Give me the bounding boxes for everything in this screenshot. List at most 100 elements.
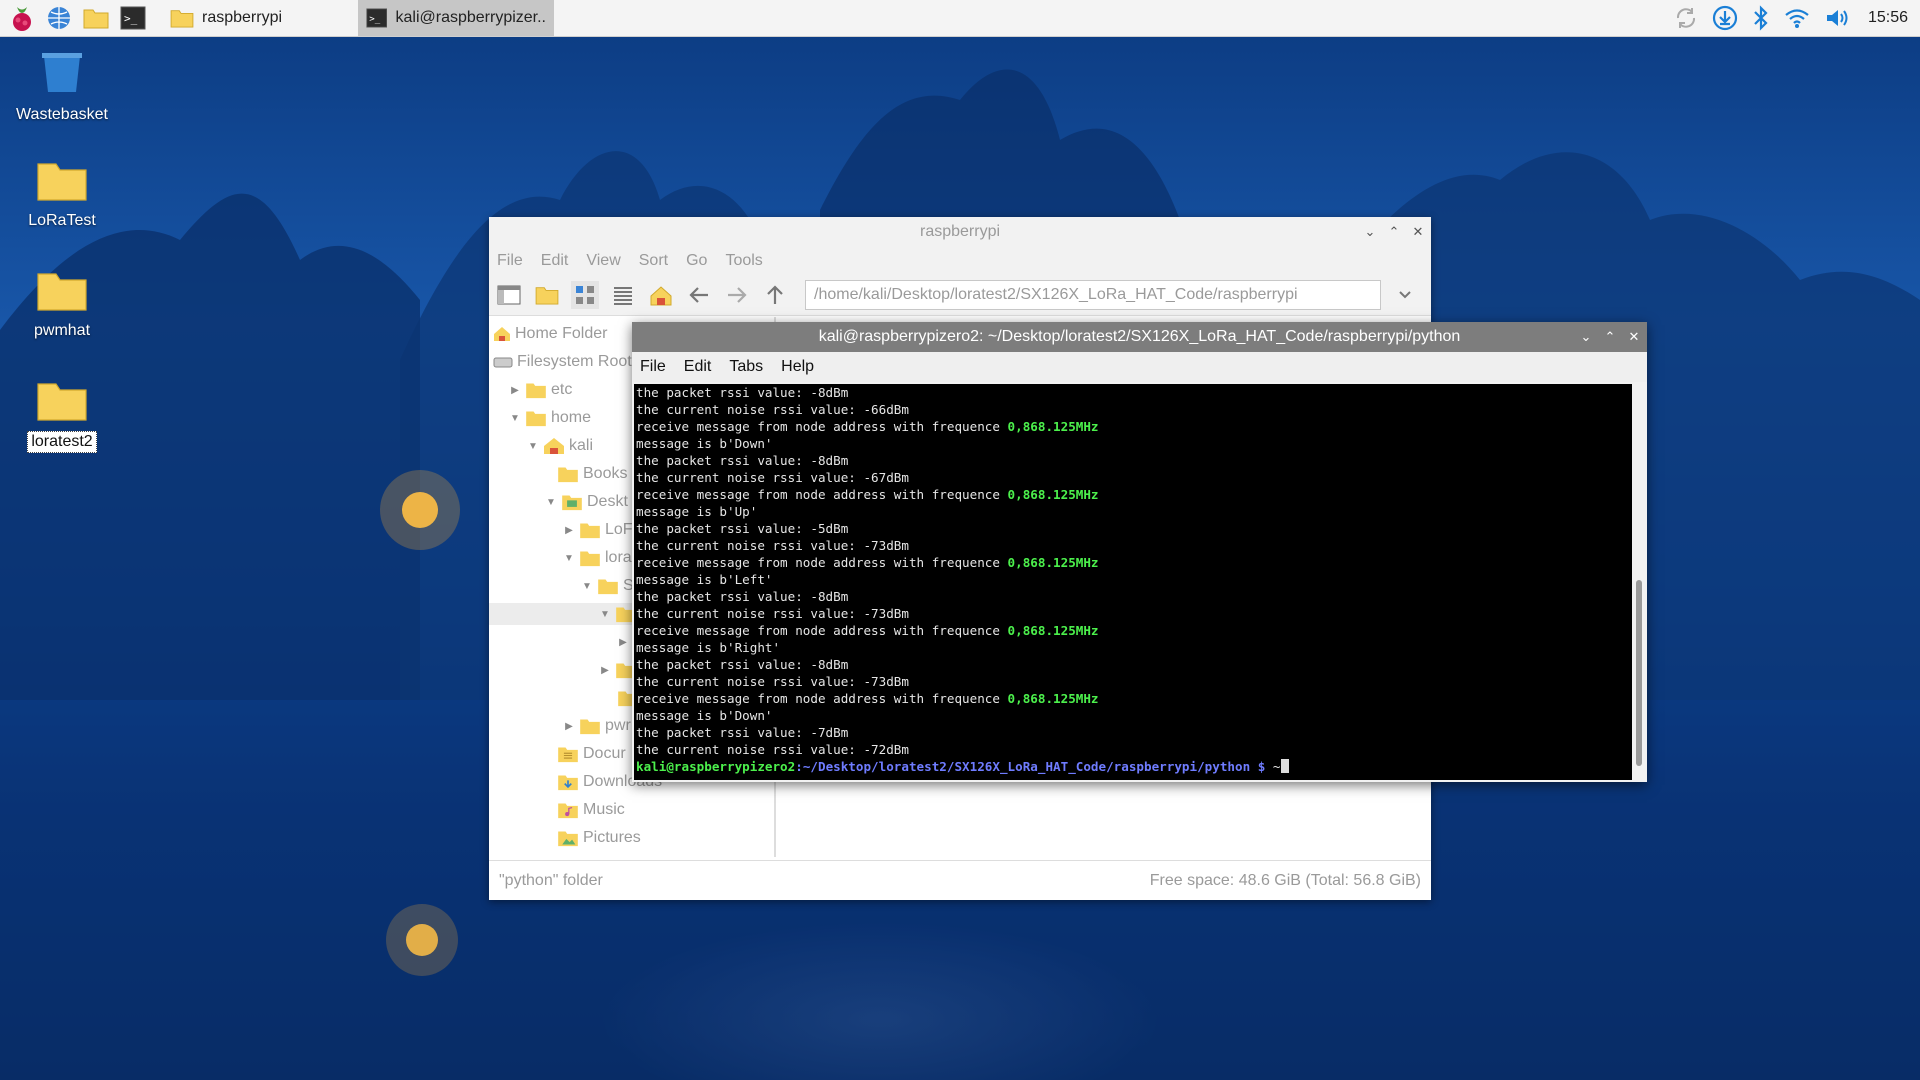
terminal-line: message is b'Down' — [636, 436, 773, 451]
window-title: raspberrypi — [919, 223, 1001, 240]
file-manager-icon[interactable] — [81, 3, 111, 33]
place-label: Home Folder — [515, 325, 608, 342]
close-icon[interactable]: ✕ — [1411, 217, 1425, 247]
folder-icon — [580, 551, 600, 567]
home-icon[interactable] — [647, 281, 675, 309]
wifi-icon[interactable] — [1784, 7, 1810, 29]
desktop-icon-wastebasket[interactable]: Wastebasket — [7, 48, 117, 125]
scrollbar-thumb[interactable] — [1636, 580, 1642, 766]
svg-text:>_: >_ — [369, 14, 380, 24]
list-view-icon[interactable] — [609, 281, 637, 309]
prompt-tail: ~ — [1272, 759, 1281, 774]
menu-file[interactable]: File — [497, 252, 523, 270]
collapse-icon[interactable]: ▼ — [527, 441, 539, 452]
expand-icon[interactable]: ▶ — [563, 721, 575, 732]
minimize-icon[interactable]: ⌄ — [1579, 322, 1593, 352]
expand-icon[interactable]: ▶ — [509, 385, 521, 396]
icon-view-icon[interactable] — [571, 281, 599, 309]
tree-item-pictures[interactable]: Pictures — [557, 827, 641, 849]
tree-item-desktop[interactable]: ▼ Deskt — [545, 491, 628, 513]
desktop-icon-loratest[interactable]: LoRaTest — [7, 158, 117, 231]
raspberry-menu-icon[interactable] — [7, 3, 37, 33]
tree-item-music[interactable]: Music — [557, 799, 625, 821]
file-manager-titlebar[interactable]: raspberrypi ⌄ ⌃ ✕ — [489, 217, 1431, 247]
tree-item-sx126x[interactable]: ▼ S — [581, 575, 634, 597]
back-arrow-icon[interactable] — [685, 281, 713, 309]
folder-icon — [558, 467, 578, 483]
tree-item-kali[interactable]: ▼ kali — [527, 435, 593, 457]
path-field[interactable]: /home/kali/Desktop/loratest2/SX126X_LoRa… — [805, 280, 1381, 310]
file-manager-menubar: File Edit View Sort Go Tools — [489, 247, 1431, 275]
terminal-line: receive message from node address with f… — [636, 623, 1099, 638]
tree-item-etc[interactable]: ▶ etc — [509, 379, 572, 401]
collapse-icon[interactable]: ▼ — [599, 609, 611, 620]
terminal-scrollbar[interactable] — [1634, 384, 1644, 780]
collapse-icon[interactable]: ▼ — [509, 413, 521, 424]
menu-go[interactable]: Go — [686, 252, 707, 270]
folder-icon — [37, 163, 87, 201]
svg-text:>_: >_ — [124, 12, 138, 25]
terminal-prompt[interactable]: kali@raspberrypizero2:~/Desktop/loratest… — [636, 758, 1632, 775]
prompt-user: kali@raspberrypizero2 — [636, 759, 796, 774]
menu-tools[interactable]: Tools — [725, 252, 762, 270]
path-dropdown-icon[interactable] — [1391, 281, 1419, 309]
tree-item-loratest[interactable]: ▶ LoF — [563, 519, 633, 541]
terminal-line: receive message from node address with f… — [636, 691, 1099, 706]
menu-file[interactable]: File — [640, 358, 666, 376]
terminal-line: message is b'Right' — [636, 640, 781, 655]
tree-item-books[interactable]: Books — [557, 463, 627, 485]
menu-sort[interactable]: Sort — [639, 252, 668, 270]
expand-icon[interactable]: ▶ — [563, 525, 575, 536]
tree-item-child[interactable]: ▶ — [617, 631, 629, 653]
tree-item-home[interactable]: ▼ home — [509, 407, 591, 429]
documents-folder-icon — [558, 747, 578, 763]
terminal-line: message is b'Left' — [636, 572, 773, 587]
task-label: raspberrypi — [202, 9, 283, 26]
terminal-output[interactable]: the packet rssi value: -8dBm the current… — [634, 384, 1632, 780]
terminal-titlebar[interactable]: kali@raspberrypizero2: ~/Desktop/lorates… — [632, 322, 1647, 352]
tree-item-documents[interactable]: Docur — [557, 743, 626, 765]
terminal-line: the packet rssi value: -8dBm — [636, 589, 849, 604]
new-folder-icon[interactable] — [533, 281, 561, 309]
place-filesystem-root[interactable]: Filesystem Root — [493, 351, 632, 373]
desktop-icon-label: pwmhat — [33, 322, 91, 339]
minimize-icon[interactable]: ⌄ — [1363, 217, 1377, 247]
collapse-icon[interactable]: ▼ — [563, 553, 575, 564]
terminal-launcher-icon[interactable]: >_ — [118, 3, 148, 33]
tree-item-loratest2[interactable]: ▼ lora — [563, 547, 632, 569]
sync-icon[interactable] — [1674, 6, 1698, 30]
volume-icon[interactable] — [1824, 7, 1850, 29]
forward-arrow-icon[interactable] — [723, 281, 751, 309]
up-arrow-icon[interactable] — [761, 281, 789, 309]
menu-edit[interactable]: Edit — [541, 252, 569, 270]
menu-help[interactable]: Help — [781, 358, 814, 376]
tree-label: Music — [583, 801, 625, 818]
bluetooth-icon[interactable] — [1752, 5, 1770, 31]
web-browser-icon[interactable] — [44, 3, 74, 33]
close-icon[interactable]: ✕ — [1627, 322, 1641, 352]
tree-item-pwmhat[interactable]: ▶ pwr — [563, 715, 631, 737]
expand-icon[interactable]: ▶ — [617, 637, 629, 648]
task-terminal[interactable]: >_ kali@raspberrypizer.. — [358, 0, 554, 36]
collapse-icon[interactable]: ▼ — [581, 581, 593, 592]
folder-icon — [598, 579, 618, 595]
terminal-line: the current noise rssi value: -73dBm — [636, 538, 909, 553]
terminal-icon: >_ — [366, 8, 388, 28]
folder-icon — [580, 523, 600, 539]
desktop-icon-pwmhat[interactable]: pwmhat — [7, 268, 117, 341]
menu-edit[interactable]: Edit — [684, 358, 712, 376]
maximize-icon[interactable]: ⌃ — [1387, 217, 1401, 247]
menu-tabs[interactable]: Tabs — [729, 358, 763, 376]
new-window-icon[interactable] — [495, 281, 523, 309]
collapse-icon[interactable]: ▼ — [545, 497, 557, 508]
expand-icon[interactable]: ▶ — [599, 665, 611, 676]
update-download-icon[interactable] — [1712, 5, 1738, 31]
menu-view[interactable]: View — [586, 252, 620, 270]
home-icon — [494, 327, 510, 341]
terminal-line: the current noise rssi value: -67dBm — [636, 470, 909, 485]
desktop-icon-loratest2[interactable]: loratest2 — [7, 378, 117, 453]
place-home-folder[interactable]: Home Folder — [493, 323, 607, 345]
task-raspberrypi[interactable]: raspberrypi — [162, 0, 358, 36]
terminal-line: receive message from node address with f… — [636, 419, 1099, 434]
maximize-icon[interactable]: ⌃ — [1603, 322, 1617, 352]
